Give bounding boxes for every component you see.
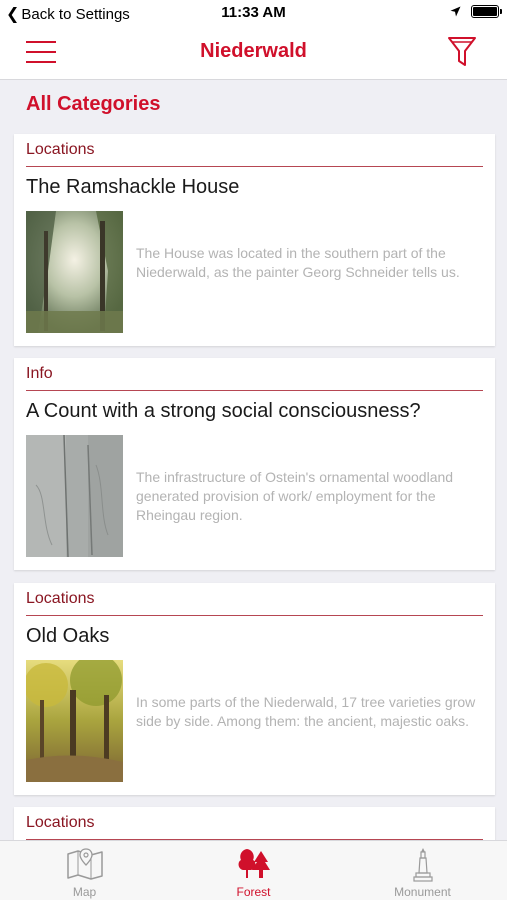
forest-icon — [238, 849, 270, 878]
tab-label: Monument — [394, 885, 451, 899]
monument-icon — [412, 848, 433, 882]
list-item[interactable]: Locations — [14, 807, 495, 840]
card-description: The infrastructure of Ostein's ornamenta… — [136, 469, 454, 523]
list-item[interactable]: Locations The Ramshackle House The House… — [14, 134, 495, 346]
list-item[interactable]: Locations Old Oaks In some parts of the … — [14, 583, 495, 795]
card-category: Info — [26, 365, 53, 382]
tab-forest[interactable]: Forest — [169, 841, 338, 900]
tab-map[interactable]: Map — [0, 841, 169, 900]
page-title: Niederwald — [200, 40, 307, 62]
card-title: Old Oaks — [26, 625, 110, 647]
divider — [26, 615, 483, 616]
content-list[interactable]: All Categories Locations The Ramshackle … — [0, 80, 507, 840]
card-title: The Ramshackle House — [26, 176, 240, 198]
section-title: All Categories — [26, 93, 161, 115]
navigation-bar: Niederwald — [0, 26, 507, 80]
card-title: A Count with a strong social consciousne… — [26, 400, 421, 422]
card-category: Locations — [26, 814, 95, 831]
tab-label: Forest — [236, 885, 271, 899]
card-thumbnail — [26, 435, 123, 557]
card-thumbnail — [26, 660, 123, 782]
map-icon — [66, 848, 103, 880]
card-category: Locations — [26, 141, 95, 158]
divider — [26, 166, 483, 167]
card-description: The House was located in the southern pa… — [136, 245, 460, 280]
card-thumbnail — [26, 211, 123, 333]
card-category: Locations — [26, 590, 95, 607]
tab-label: Map — [72, 885, 97, 899]
status-time: 11:33 AM — [221, 4, 286, 21]
status-indicators — [450, 5, 502, 18]
tab-monument[interactable]: Monument — [338, 841, 507, 900]
tab-bar: Map Forest Monument — [0, 840, 507, 900]
location-arrow-icon — [450, 6, 461, 17]
list-item[interactable]: Info A Count with a strong social consci… — [14, 358, 495, 570]
filter-button[interactable] — [447, 36, 477, 68]
card-description: In some parts of the Niederwald, 17 tree… — [136, 694, 476, 729]
battery-icon — [471, 5, 502, 18]
filter-icon — [448, 37, 476, 66]
divider — [26, 390, 483, 391]
status-bar: ❮ Back to Settings 11:33 AM — [0, 0, 507, 26]
